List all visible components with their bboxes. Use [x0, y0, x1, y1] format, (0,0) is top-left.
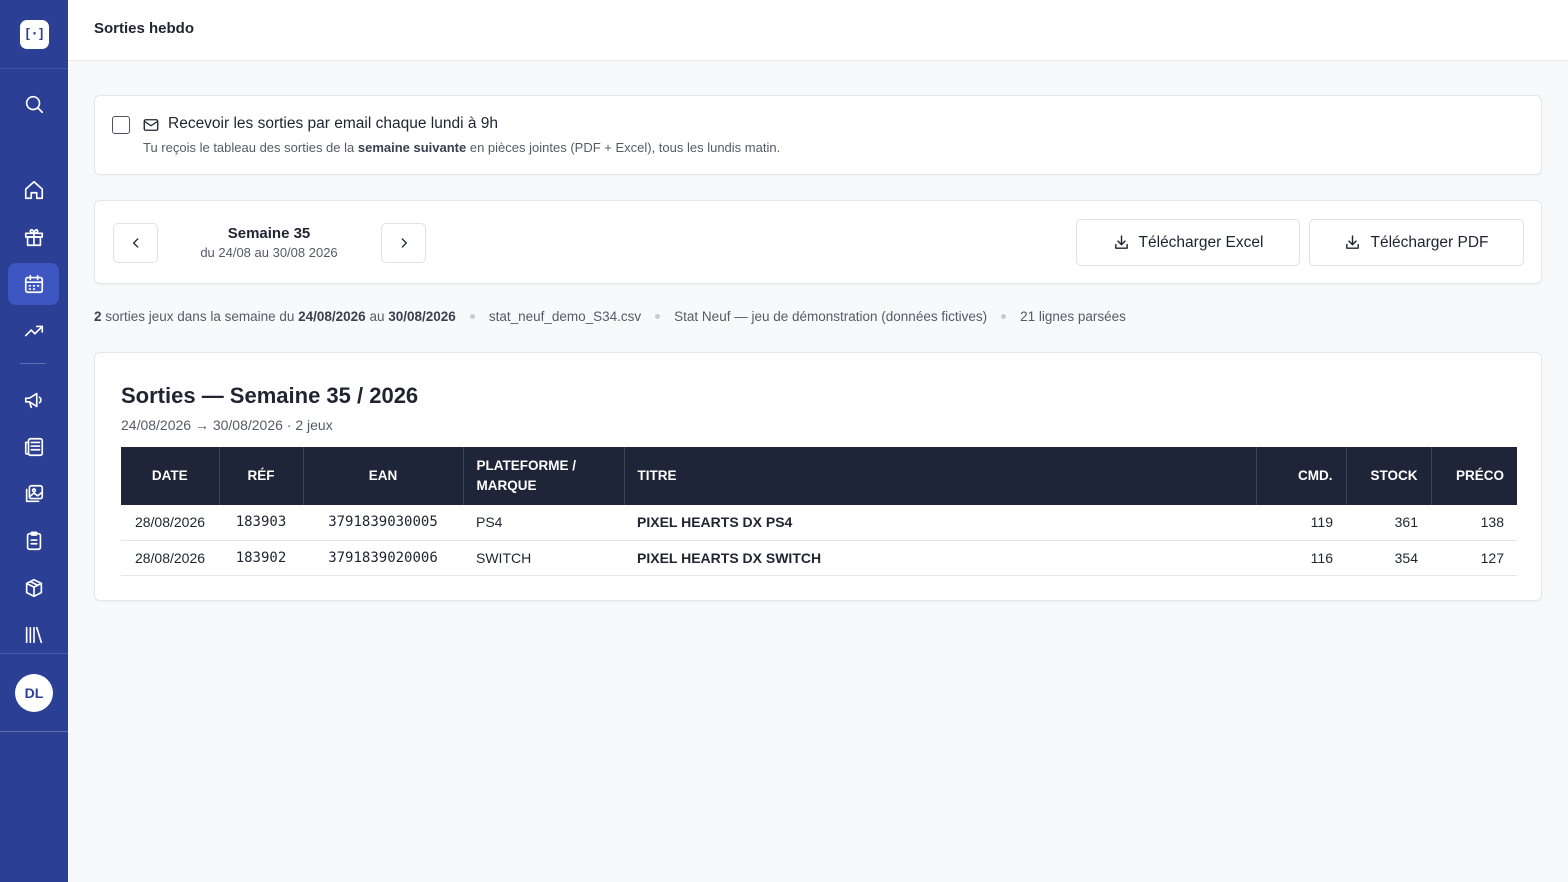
table-subtitle: 24/08/2026 → 30/08/2026 · 2 jeux [121, 417, 333, 433]
cell-preco: 127 [1431, 540, 1517, 576]
table-row: 28/08/2026 183903 3791839030005 PS4 PIXE… [121, 505, 1517, 541]
cell-cmd: 116 [1256, 540, 1346, 576]
column-header-platform: Plateforme / Marque [463, 447, 625, 505]
column-header-cmd: Cmd. [1256, 447, 1347, 505]
download-icon [1346, 235, 1360, 249]
cell-platform: PS4 [463, 505, 624, 541]
table-title: Sorties — Semaine 35 / 2026 [121, 383, 419, 408]
email-subscription-card: Recevoir les sorties par email chaque lu… [94, 95, 1542, 175]
download-excel-label: Télécharger Excel [1138, 233, 1264, 251]
cell-platform: SWITCH [463, 540, 624, 576]
sidebar-item-orders[interactable] [8, 520, 59, 562]
cell-preco: 138 [1431, 505, 1517, 541]
releases-table-card: Sorties — Semaine 35 / 2026 24/08/2026 →… [94, 352, 1542, 601]
table-row: 28/08/2026 183902 3791839020006 SWITCH P… [121, 540, 1517, 576]
cell-date: 28/08/2026 [121, 505, 219, 541]
megaphone-icon [24, 392, 42, 409]
sidebar-user-zone: DL [0, 653, 68, 732]
column-header-date: Date [121, 447, 220, 505]
chevron-right-icon [401, 238, 407, 248]
cell-ean: 3791839030005 [303, 505, 463, 541]
chevron-left-icon [132, 238, 138, 248]
sidebar-item-library[interactable] [8, 614, 59, 656]
package-icon [25, 578, 42, 598]
sidebar-item-search[interactable] [8, 83, 59, 125]
releases-table: Date Réf EAN Plateforme / Marque Titre Cm… [121, 447, 1517, 576]
sidebar: [·] DL [0, 0, 68, 882]
cell-title: PIXEL HEARTS DX SWITCH [624, 540, 1256, 576]
image-icon [25, 484, 43, 503]
source-file: stat_neuf_demo_S34.csv [488, 309, 642, 324]
column-header-stock: Stock [1346, 447, 1432, 505]
trending-icon [24, 325, 43, 337]
email-subscription-checkbox[interactable] [112, 116, 130, 134]
next-week-button[interactable] [381, 223, 426, 263]
top-bar: Sorties hebdo [68, 0, 1568, 61]
table-header-row: Date Réf EAN Plateforme / Marque Titre Cm… [121, 447, 1517, 505]
sidebar-item-calendar[interactable] [8, 263, 59, 305]
column-header-preco: Préco [1431, 447, 1517, 505]
previous-week-button[interactable] [113, 223, 158, 263]
week-navigation-card: Semaine 35 du 24/08 au 30/08 2026 Téléch… [94, 200, 1542, 284]
column-header-ean: EAN [303, 447, 464, 505]
cell-stock: 354 [1346, 540, 1431, 576]
sidebar-logo-zone: [·] [0, 0, 68, 69]
summary-text: 2 sorties jeux dans la semaine du 24/08/… [94, 309, 456, 324]
separator-dot [1001, 314, 1007, 319]
newspaper-icon [24, 437, 43, 457]
avatar[interactable]: DL [15, 673, 53, 712]
column-header-title: Titre [624, 447, 1257, 505]
library-icon [25, 626, 42, 644]
page-title: Sorties hebdo [94, 20, 195, 37]
sidebar-item-marketing[interactable] [8, 379, 59, 421]
calendar-icon [24, 274, 43, 294]
source-description: Stat Neuf — jeu de démonstration (donnée… [674, 309, 988, 324]
separator-dot [469, 314, 475, 319]
download-pdf-button[interactable]: Télécharger PDF [1309, 219, 1524, 266]
download-icon [1114, 235, 1128, 249]
clipboard-icon [26, 531, 41, 551]
sidebar-item-trends[interactable] [8, 310, 59, 352]
mail-icon [142, 116, 160, 134]
home-icon [24, 180, 43, 200]
gift-icon [24, 228, 43, 247]
cell-ref: 183903 [219, 505, 303, 541]
sidebar-item-products[interactable] [8, 567, 59, 609]
sidebar-item-home[interactable] [8, 169, 59, 211]
sidebar-item-news[interactable] [8, 426, 59, 468]
cell-date: 28/08/2026 [121, 540, 219, 576]
email-subscription-description: Tu reçois le tableau des sorties de la s… [143, 140, 781, 155]
sidebar-divider [20, 363, 46, 364]
download-pdf-label: Télécharger PDF [1370, 233, 1489, 251]
week-range: du 24/08 au 30/08 2026 [200, 245, 338, 260]
download-excel-button[interactable]: Télécharger Excel [1076, 219, 1300, 266]
cell-title: PIXEL HEARTS DX PS4 [624, 505, 1256, 541]
parsed-lines: 21 lignes parsées [1020, 309, 1126, 324]
search-icon [25, 95, 43, 114]
sidebar-item-gifts[interactable] [8, 216, 59, 258]
cell-ean: 3791839020006 [303, 540, 463, 576]
email-subscription-label[interactable]: Recevoir les sorties par email chaque lu… [168, 115, 498, 133]
app-logo[interactable]: [·] [19, 19, 49, 49]
separator-dot [655, 314, 661, 319]
cell-stock: 361 [1346, 505, 1431, 541]
column-header-ref: Réf [219, 447, 304, 505]
cell-ref: 183902 [219, 540, 303, 576]
releases-summary: 2 sorties jeux dans la semaine du 24/08/… [94, 309, 1126, 324]
week-label: Semaine 35 [227, 225, 311, 242]
cell-cmd: 119 [1256, 505, 1346, 541]
sidebar-item-media[interactable] [8, 473, 59, 515]
